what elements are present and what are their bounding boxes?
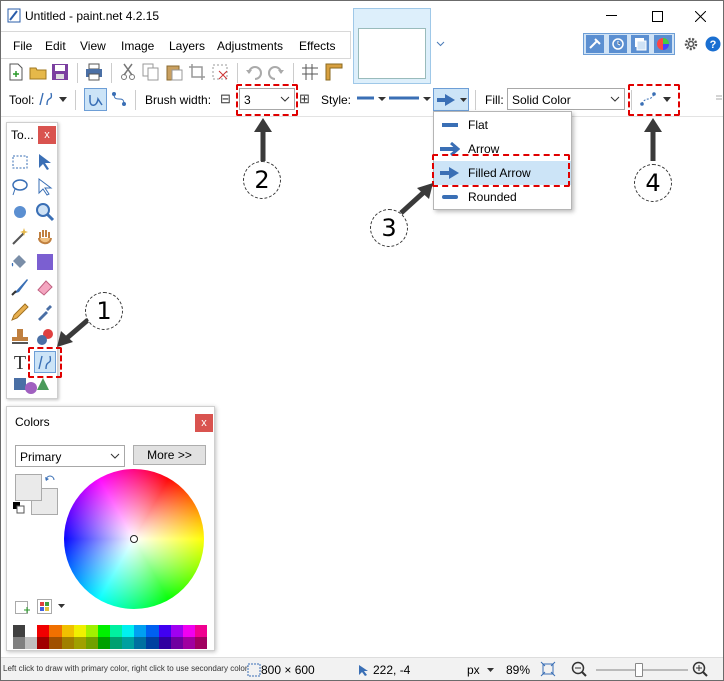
callout-arrow-3	[399, 183, 433, 215]
callout-arrow-1	[57, 317, 91, 347]
callout-1: 1	[85, 292, 123, 330]
paintnet-window: Untitled - paint.net 4.2.15 File Edit Vi…	[0, 0, 724, 681]
callout-2: 2	[243, 161, 281, 199]
callout-arrows	[57, 118, 662, 347]
callout-arrow-4	[644, 118, 662, 161]
callout-arrow-2	[254, 118, 272, 161]
callout-3: 3	[370, 209, 408, 247]
callout-4: 4	[634, 164, 672, 202]
